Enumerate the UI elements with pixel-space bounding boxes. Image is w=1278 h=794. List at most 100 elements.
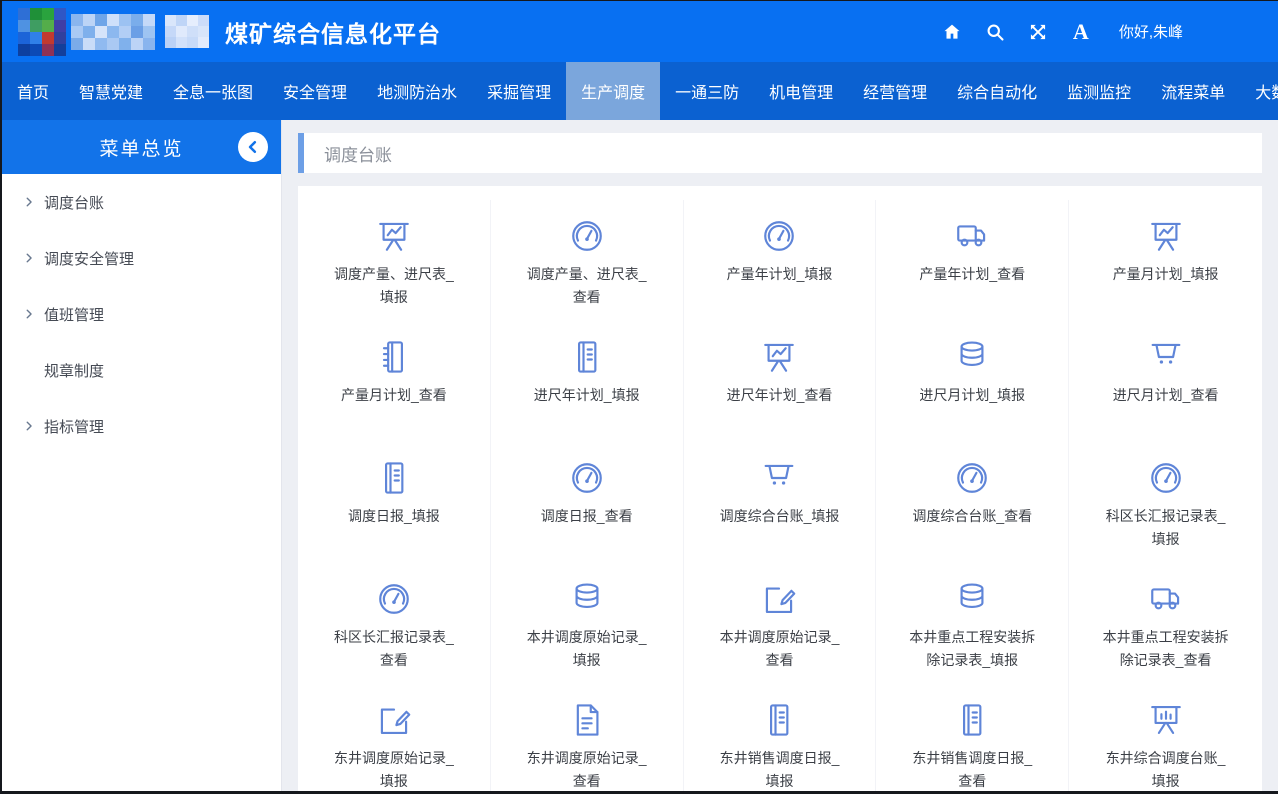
font-size-icon[interactable]: A	[1070, 21, 1092, 43]
gauge-icon	[374, 579, 414, 619]
notebook-lines-icon	[374, 458, 414, 498]
module-card[interactable]: 进尺月计划_填报	[876, 321, 1069, 442]
module-card[interactable]: 本井重点工程安装拆 除记录表_填报	[876, 563, 1069, 684]
module-card[interactable]: 调度产量、进尺表_ 填报	[298, 200, 491, 321]
app-window: 煤矿综合信息化平台 A 你好,朱峰 首页智慧党建全息一张图安全管理地测防治水采掘…	[0, 0, 1278, 794]
user-greeting[interactable]: 你好,朱峰	[1119, 21, 1183, 42]
notebook-lines-icon	[759, 700, 799, 740]
module-card[interactable]: 科区长汇报记录表_ 填报	[1069, 442, 1262, 563]
module-card[interactable]: 调度综合台账_查看	[876, 442, 1069, 563]
nav-item[interactable]: 地测防治水	[362, 62, 472, 120]
module-panel: 调度产量、进尺表_ 填报 调度产量、进尺表_ 查看产量年计划_填报产量年计划_查看…	[298, 186, 1262, 791]
sidebar: 菜单总览 调度台账调度安全管理值班管理规章制度指标管理	[2, 120, 282, 791]
nav-item[interactable]: 综合自动化	[942, 62, 1052, 120]
module-card[interactable]: 调度日报_填报	[298, 442, 491, 563]
gauge-icon	[952, 458, 992, 498]
nav-item[interactable]: 采掘管理	[472, 62, 566, 120]
app-title: 煤矿综合信息化平台	[225, 15, 441, 49]
cart-icon	[1146, 337, 1186, 377]
body-row: 菜单总览 调度台账调度安全管理值班管理规章制度指标管理 调度台账 调度产量、进尺…	[2, 120, 1278, 791]
search-icon[interactable]	[984, 21, 1006, 43]
module-card[interactable]: 东井综合调度台账_ 填报	[1069, 684, 1262, 791]
sidebar-menu: 调度台账调度安全管理值班管理规章制度指标管理	[2, 174, 281, 454]
sidebar-item-label: 调度台账	[44, 192, 104, 213]
module-card-label: 进尺月计划_查看	[1113, 384, 1219, 407]
module-card[interactable]: 产量年计划_查看	[876, 200, 1069, 321]
truck-icon	[1146, 579, 1186, 619]
sidebar-item[interactable]: 规章制度	[2, 342, 281, 398]
nav-item[interactable]: 安全管理	[268, 62, 362, 120]
sidebar-item[interactable]: 调度安全管理	[2, 230, 281, 286]
module-card-label: 东井调度原始记录_ 查看	[527, 747, 647, 791]
module-card[interactable]: 东井调度原始记录_ 填报	[298, 684, 491, 791]
module-card-label: 调度产量、进尺表_ 查看	[527, 263, 647, 309]
module-card[interactable]: 东井调度原始记录_ 查看	[491, 684, 684, 791]
chart-board-line-icon	[1146, 216, 1186, 256]
nav-item[interactable]: 生产调度	[566, 62, 660, 120]
home-icon[interactable]	[941, 21, 963, 43]
sidebar-item[interactable]: 调度台账	[2, 174, 281, 230]
nav-item[interactable]: 首页	[2, 62, 64, 120]
fullscreen-icon[interactable]	[1027, 21, 1049, 43]
nav-item[interactable]: 全息一张图	[158, 62, 268, 120]
module-card[interactable]: 进尺月计划_查看	[1069, 321, 1262, 442]
logo-mosaic	[18, 8, 66, 56]
sidebar-item[interactable]: 指标管理	[2, 398, 281, 454]
sidebar-item-label: 指标管理	[44, 416, 104, 437]
nav-item[interactable]: 机电管理	[754, 62, 848, 120]
module-card[interactable]: 调度综合台账_填报	[684, 442, 877, 563]
chart-board-line-icon	[374, 216, 414, 256]
chart-board-line-icon	[759, 337, 799, 377]
module-card-label: 本井调度原始记录_ 查看	[720, 626, 840, 672]
gauge-icon	[567, 458, 607, 498]
module-card-label: 调度日报_填报	[348, 505, 440, 528]
module-card-label: 东井综合调度台账_ 填报	[1106, 747, 1226, 791]
document-icon	[567, 700, 607, 740]
nav-item[interactable]: 一通三防	[660, 62, 754, 120]
module-card-label: 调度产量、进尺表_ 填报	[334, 263, 454, 309]
module-card-label: 进尺年计划_查看	[727, 384, 833, 407]
module-card[interactable]: 本井调度原始记录_ 填报	[491, 563, 684, 684]
module-card[interactable]: 进尺年计划_填报	[491, 321, 684, 442]
module-card[interactable]: 产量年计划_填报	[684, 200, 877, 321]
gauge-icon	[567, 216, 607, 256]
chart-board-bars-icon	[1146, 700, 1186, 740]
sidebar-collapse-button[interactable]	[238, 132, 268, 162]
module-card-label: 科区长汇报记录表_ 查看	[334, 626, 454, 672]
title-accent-bar	[298, 133, 304, 173]
notebook-lines-icon	[952, 700, 992, 740]
nav-item[interactable]: 大数据分析	[1240, 62, 1278, 120]
module-card[interactable]: 科区长汇报记录表_ 查看	[298, 563, 491, 684]
sidebar-item[interactable]: 值班管理	[2, 286, 281, 342]
chevron-left-icon	[242, 136, 264, 158]
nav-item[interactable]: 智慧党建	[64, 62, 158, 120]
module-card[interactable]: 调度日报_查看	[491, 442, 684, 563]
sidebar-item-label: 规章制度	[44, 360, 104, 381]
module-card[interactable]: 进尺年计划_查看	[684, 321, 877, 442]
module-card[interactable]: 本井重点工程安装拆 除记录表_查看	[1069, 563, 1262, 684]
truck-icon	[952, 216, 992, 256]
module-card-label: 本井重点工程安装拆 除记录表_查看	[1103, 626, 1229, 672]
module-card-label: 进尺月计划_填报	[919, 384, 1025, 407]
module-card[interactable]: 本井调度原始记录_ 查看	[684, 563, 877, 684]
censored-org-name-mosaic	[71, 14, 155, 50]
page-title: 调度台账	[324, 141, 392, 166]
module-card[interactable]: 调度产量、进尺表_ 查看	[491, 200, 684, 321]
module-card-label: 产量年计划_查看	[919, 263, 1025, 286]
sidebar-header: 菜单总览	[2, 120, 281, 174]
module-card[interactable]: 东井销售调度日报_ 填报	[684, 684, 877, 791]
nav-item[interactable]: 经营管理	[848, 62, 942, 120]
module-card-label: 东井销售调度日报_ 查看	[912, 747, 1032, 791]
module-card[interactable]: 产量月计划_填报	[1069, 200, 1262, 321]
chevron-placeholder	[22, 363, 44, 377]
nav-item[interactable]: 流程菜单	[1146, 62, 1240, 120]
module-card[interactable]: 产量月计划_查看	[298, 321, 491, 442]
chevron-right-icon	[22, 195, 44, 209]
notebook-lines-icon	[567, 337, 607, 377]
chevron-right-icon	[22, 419, 44, 433]
censored-text-mosaic	[165, 15, 209, 48]
nav-item[interactable]: 监测监控	[1052, 62, 1146, 120]
module-card[interactable]: 东井销售调度日报_ 查看	[876, 684, 1069, 791]
sidebar-item-label: 值班管理	[44, 304, 104, 325]
module-card-label: 调度综合台账_填报	[720, 505, 840, 528]
